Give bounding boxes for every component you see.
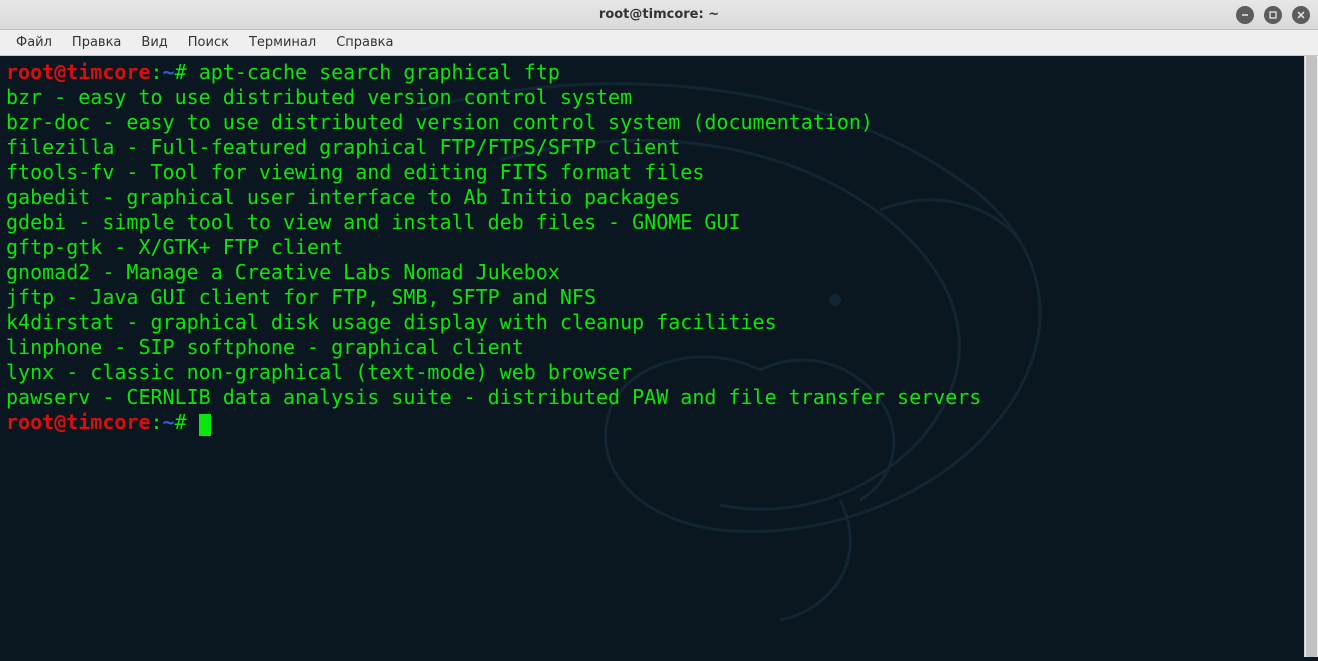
output-line: gdebi - simple tool to view and install … <box>6 210 741 234</box>
close-button[interactable] <box>1292 6 1310 24</box>
terminal-area[interactable]: root@timcore:~# apt-cache search graphic… <box>0 56 1304 657</box>
menu-search[interactable]: Поиск <box>178 30 239 55</box>
prompt-path: ~ <box>163 410 175 434</box>
prompt-path: ~ <box>163 60 175 84</box>
prompt-separator: : <box>151 410 163 434</box>
menu-edit[interactable]: Правка <box>62 30 131 55</box>
prompt-separator: : <box>151 60 163 84</box>
vertical-scrollbar[interactable] <box>1304 56 1318 657</box>
output-line: gftp-gtk - X/GTK+ FTP client <box>6 235 343 259</box>
menu-file[interactable]: Файл <box>6 30 62 55</box>
output-line: jftp - Java GUI client for FTP, SMB, SFT… <box>6 285 596 309</box>
menu-terminal[interactable]: Терминал <box>239 30 326 55</box>
prompt-hash: # <box>175 410 187 434</box>
minimize-button[interactable] <box>1236 6 1254 24</box>
prompt-hash: # <box>175 60 187 84</box>
maximize-button[interactable] <box>1264 6 1282 24</box>
output-line: gabedit - graphical user interface to Ab… <box>6 185 680 209</box>
cursor-icon <box>199 414 211 436</box>
output-line: filezilla - Full-featured graphical FTP/… <box>6 135 680 159</box>
menu-help[interactable]: Справка <box>326 30 403 55</box>
output-line: ftools-fv - Tool for viewing and editing… <box>6 160 704 184</box>
window-controls <box>1236 6 1310 24</box>
menubar: Файл Правка Вид Поиск Терминал Справка <box>0 30 1318 56</box>
prompt-user-host: root@timcore <box>6 60 151 84</box>
output-line: lynx - classic non-graphical (text-mode)… <box>6 360 632 384</box>
output-line: bzr - easy to use distributed version co… <box>6 85 632 109</box>
prompt-user-host: root@timcore <box>6 410 151 434</box>
window-title: root@timcore: ~ <box>599 7 719 22</box>
output-line: k4dirstat - graphical disk usage display… <box>6 310 777 334</box>
menu-view[interactable]: Вид <box>131 30 177 55</box>
output-line: gnomad2 - Manage a Creative Labs Nomad J… <box>6 260 560 284</box>
output-line: bzr-doc - easy to use distributed versio… <box>6 110 873 134</box>
command-text: apt-cache search graphical ftp <box>199 60 560 84</box>
output-line: linphone - SIP softphone - graphical cli… <box>6 335 524 359</box>
scrollbar-thumb[interactable] <box>1306 56 1317 657</box>
output-line: pawserv - CERNLIB data analysis suite - … <box>6 385 981 409</box>
window-titlebar[interactable]: root@timcore: ~ <box>0 0 1318 30</box>
